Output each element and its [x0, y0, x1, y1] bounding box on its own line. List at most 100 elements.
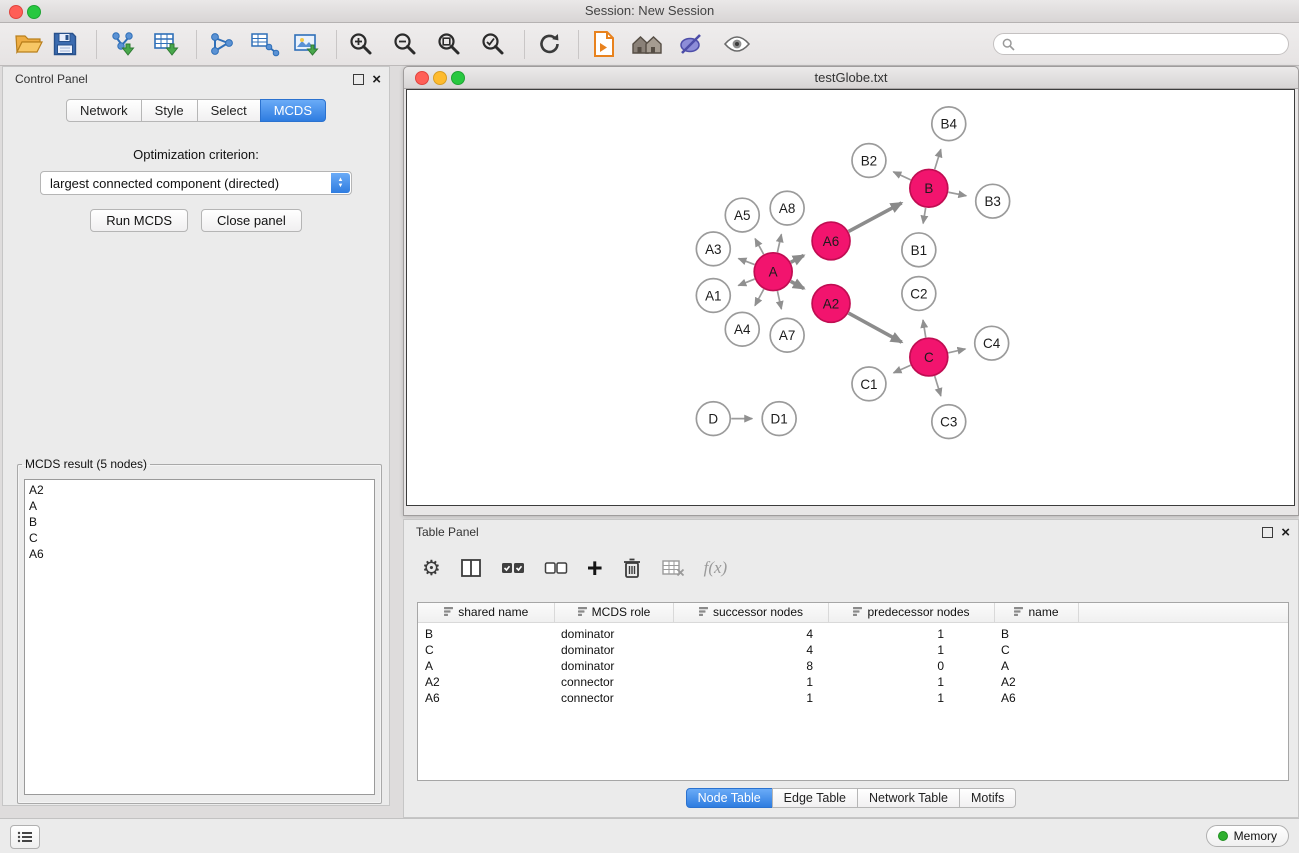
column-header-predecessor-nodes[interactable]: predecessor nodes: [828, 603, 994, 623]
import-table-icon[interactable]: [152, 30, 182, 58]
cell-name[interactable]: A2: [994, 674, 1078, 690]
cell-shared-name[interactable]: A2: [418, 674, 554, 690]
close-panel-button[interactable]: Close panel: [201, 209, 302, 232]
new-network-icon[interactable]: [208, 31, 236, 57]
optimization-dropdown[interactable]: largest connected component (directed) ▲…: [40, 171, 352, 195]
cell-predecessor-nodes[interactable]: 1: [828, 690, 994, 706]
edge-A-A5[interactable]: [755, 239, 764, 255]
add-row-icon[interactable]: +: [587, 558, 603, 578]
node-A7[interactable]: A7: [770, 318, 804, 352]
cell-shared-name[interactable]: C: [418, 642, 554, 658]
cell-successor-nodes[interactable]: 4: [673, 642, 828, 658]
edge-A-A4[interactable]: [755, 289, 764, 305]
edge-B-B3[interactable]: [948, 192, 966, 196]
cell-successor-nodes[interactable]: 1: [673, 690, 828, 706]
table-row[interactable]: Bdominator41B: [418, 623, 1288, 643]
node-C1[interactable]: C1: [852, 367, 886, 401]
mcds-result-item[interactable]: B: [29, 514, 370, 530]
cell-name[interactable]: A6: [994, 690, 1078, 706]
node-D[interactable]: D: [696, 402, 730, 436]
select-all-rows-icon[interactable]: [501, 561, 525, 575]
run-mcds-button[interactable]: Run MCDS: [90, 209, 188, 232]
table-row[interactable]: Cdominator41C: [418, 642, 1288, 658]
table-row[interactable]: Adominator80A: [418, 658, 1288, 674]
column-header-name[interactable]: name: [994, 603, 1078, 623]
node-A[interactable]: A: [754, 253, 792, 291]
delete-rows-icon[interactable]: [622, 557, 642, 579]
table-settings-gear-icon[interactable]: ⚙: [422, 558, 441, 579]
tab-network-table[interactable]: Network Table: [857, 788, 960, 808]
search-field[interactable]: [993, 33, 1289, 55]
search-input[interactable]: [1020, 36, 1280, 52]
node-C[interactable]: C: [910, 338, 948, 376]
node-A2[interactable]: A2: [812, 285, 850, 323]
tab-edge-table[interactable]: Edge Table: [772, 788, 858, 808]
mcds-result-item[interactable]: C: [29, 530, 370, 546]
deselect-all-rows-icon[interactable]: [544, 561, 568, 575]
edge-C-C1[interactable]: [894, 365, 911, 373]
cell-shared-name[interactable]: A: [418, 658, 554, 674]
tab-select[interactable]: Select: [197, 99, 261, 122]
cell-mcds-role[interactable]: connector: [554, 674, 673, 690]
node-B4[interactable]: B4: [932, 107, 966, 141]
node-A1[interactable]: A1: [696, 279, 730, 313]
refresh-icon[interactable]: [536, 31, 564, 57]
mcds-result-item[interactable]: A6: [29, 546, 370, 562]
table-row[interactable]: A6connector11A6: [418, 690, 1288, 706]
cell-successor-nodes[interactable]: 8: [673, 658, 828, 674]
cell-mcds-role[interactable]: dominator: [554, 623, 673, 643]
network-canvas[interactable]: B4B2BB3A5A8A6A3B1AC2A1A2A4A7C4CC1DD1C3: [406, 89, 1295, 506]
edge-A-A2[interactable]: [791, 281, 804, 288]
node-C4[interactable]: C4: [975, 326, 1009, 360]
show-columns-icon[interactable]: [460, 558, 482, 578]
cell-predecessor-nodes[interactable]: 1: [828, 623, 994, 643]
node-A6[interactable]: A6: [812, 222, 850, 260]
node-A3[interactable]: A3: [696, 232, 730, 266]
eye-icon[interactable]: [722, 33, 752, 55]
node-C2[interactable]: C2: [902, 277, 936, 311]
edge-C-C2[interactable]: [923, 320, 926, 337]
cell-mcds-role[interactable]: connector: [554, 690, 673, 706]
mcds-result-item[interactable]: A: [29, 498, 370, 514]
save-session-icon[interactable]: [52, 31, 78, 57]
edge-B-B2[interactable]: [893, 172, 910, 180]
edge-A-A1[interactable]: [738, 279, 754, 285]
tab-network[interactable]: Network: [66, 99, 142, 122]
home-icon[interactable]: [630, 32, 664, 56]
node-C3[interactable]: C3: [932, 405, 966, 439]
edge-C-C4[interactable]: [948, 349, 965, 353]
memory-button[interactable]: Memory: [1206, 825, 1289, 847]
edge-B-B4[interactable]: [935, 149, 941, 169]
node-A4[interactable]: A4: [725, 312, 759, 346]
cell-successor-nodes[interactable]: 1: [673, 674, 828, 690]
delete-table-icon[interactable]: [661, 559, 685, 577]
graphics-details-icon[interactable]: [678, 31, 704, 57]
close-panel-icon[interactable]: ×: [372, 72, 381, 87]
edge-A-A8[interactable]: [777, 234, 781, 252]
column-header-successor-nodes[interactable]: successor nodes: [673, 603, 828, 623]
edge-A-A3[interactable]: [738, 258, 754, 264]
open-recent-file-icon[interactable]: [592, 30, 616, 58]
float-table-panel-icon[interactable]: [1262, 527, 1273, 538]
mcds-result-item[interactable]: A2: [29, 482, 370, 498]
open-session-icon[interactable]: [14, 31, 44, 57]
cell-successor-nodes[interactable]: 4: [673, 623, 828, 643]
tab-mcds[interactable]: MCDS: [260, 99, 326, 122]
cell-predecessor-nodes[interactable]: 1: [828, 674, 994, 690]
tab-node-table[interactable]: Node Table: [686, 788, 773, 808]
function-builder-icon[interactable]: f(x): [704, 558, 728, 578]
cell-predecessor-nodes[interactable]: 0: [828, 658, 994, 674]
edge-A-A6[interactable]: [791, 255, 804, 262]
column-header-shared-name[interactable]: shared name: [418, 603, 554, 623]
float-panel-icon[interactable]: [353, 74, 364, 85]
edge-A-A7[interactable]: [777, 291, 781, 309]
node-A8[interactable]: A8: [770, 191, 804, 225]
cell-mcds-role[interactable]: dominator: [554, 658, 673, 674]
export-image-icon[interactable]: [293, 31, 321, 57]
node-A5[interactable]: A5: [725, 198, 759, 232]
edge-A6-B[interactable]: [849, 203, 902, 232]
tab-motifs[interactable]: Motifs: [959, 788, 1016, 808]
import-network-icon[interactable]: [108, 30, 138, 58]
edge-A2-C[interactable]: [849, 313, 902, 342]
network-from-table-icon[interactable]: [250, 31, 280, 57]
